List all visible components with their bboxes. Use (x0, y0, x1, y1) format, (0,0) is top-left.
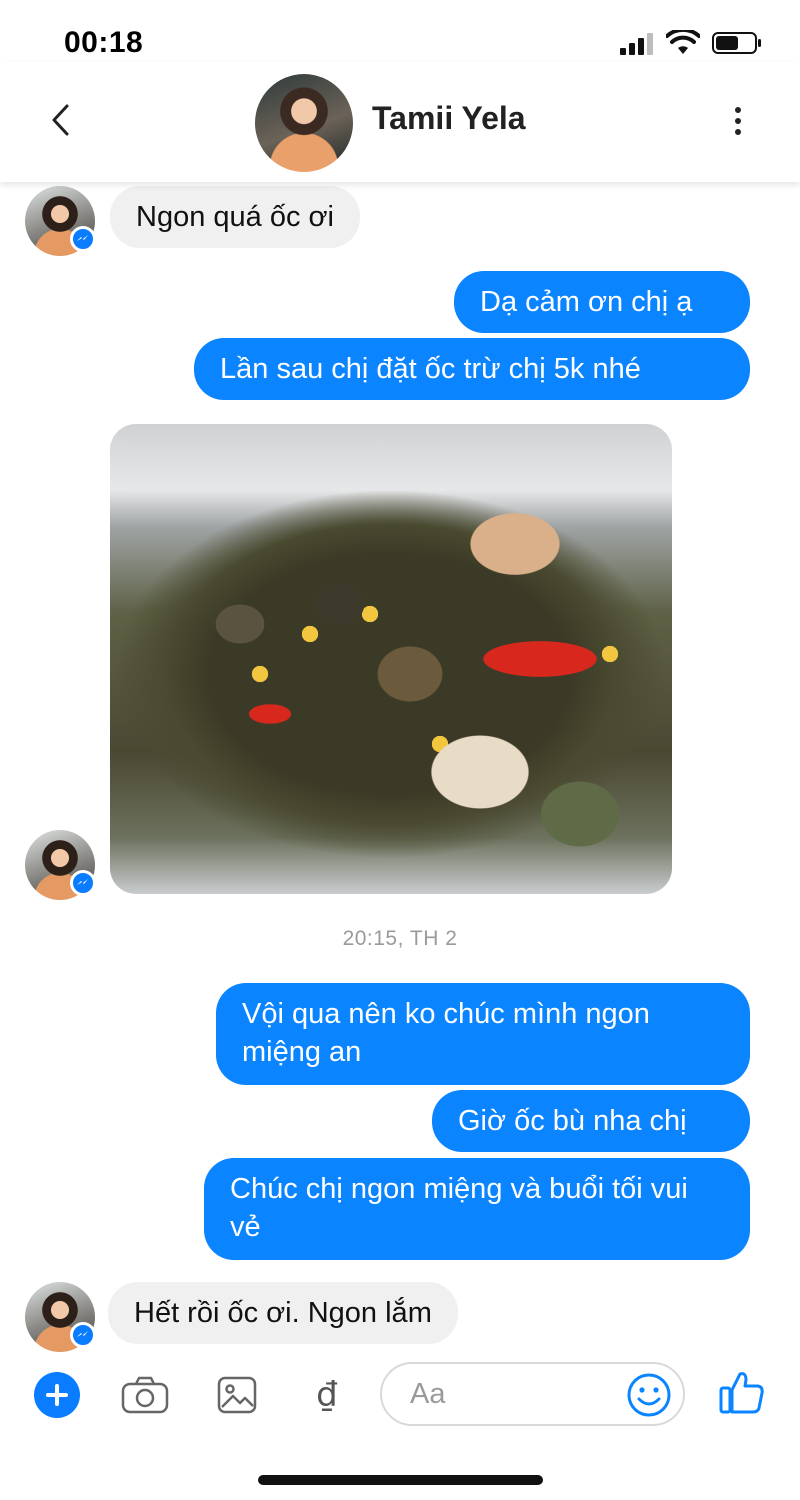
home-indicator[interactable] (258, 1475, 543, 1485)
message-bubble-outgoing[interactable]: Giờ ốc bù nha chị (432, 1090, 750, 1152)
message-bubble-outgoing[interactable]: Lần sau chị đặt ốc trừ chị 5k nhé (194, 338, 750, 400)
message-timestamp: 20:15, TH 2 (342, 927, 458, 950)
message-list[interactable]: Ngon quá ốc ơi Dạ cảm ơn chị ạ Lần sau c… (0, 182, 800, 1352)
message-bubble-outgoing[interactable]: Chúc chị ngon miệng và buổi tối vui vẻ (204, 1158, 750, 1260)
composer-bar: ₫ (0, 1352, 800, 1442)
more-dot-icon (735, 107, 741, 113)
signal-icon (620, 33, 653, 55)
camera-icon (121, 1376, 169, 1414)
wifi-icon (666, 30, 700, 54)
battery-icon (712, 32, 761, 54)
conversation-header: Tamii Yela (0, 62, 800, 182)
gallery-button[interactable] (212, 1372, 262, 1418)
more-options-button[interactable] (722, 96, 754, 146)
dong-icon: ₫ (316, 1375, 338, 1415)
more-dot-icon (735, 129, 741, 135)
emoji-icon[interactable] (626, 1372, 672, 1418)
plus-icon (46, 1384, 68, 1406)
shared-photo[interactable] (110, 424, 672, 894)
contact-avatar[interactable] (255, 74, 353, 172)
more-dot-icon (735, 118, 741, 124)
messenger-badge-icon (70, 226, 96, 252)
messenger-badge-icon (70, 1322, 96, 1348)
camera-button[interactable] (120, 1372, 170, 1418)
message-bubble-outgoing[interactable]: Vội qua nên ko chúc mình ngon miệng an (216, 983, 750, 1085)
chevron-left-icon (52, 104, 69, 136)
status-time: 00:18 (64, 26, 144, 59)
message-bubble-incoming[interactable]: Hết rồi ốc ơi. Ngon lắm (108, 1282, 458, 1344)
image-icon (217, 1376, 257, 1414)
message-bubble-outgoing[interactable]: Dạ cảm ơn chị ạ (454, 271, 750, 333)
back-button[interactable] (38, 98, 82, 142)
message-bubble-incoming[interactable]: Ngon quá ốc ơi (110, 186, 360, 248)
like-icon[interactable] (718, 1368, 766, 1416)
add-button[interactable] (34, 1372, 80, 1418)
contact-name[interactable]: Tamii Yela (372, 100, 526, 137)
payment-button[interactable]: ₫ (302, 1372, 352, 1418)
messenger-badge-icon (70, 870, 96, 896)
